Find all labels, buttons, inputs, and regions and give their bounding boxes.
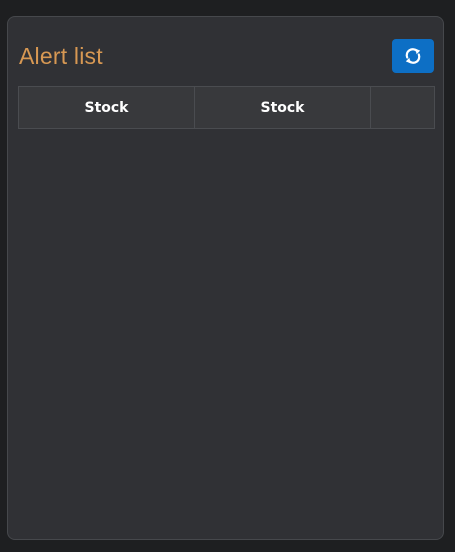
refresh-icon xyxy=(403,46,423,66)
table-header-row: Stock Stock xyxy=(18,86,435,129)
column-header-stock[interactable]: Stock xyxy=(18,86,195,129)
alert-table: Stock Stock xyxy=(18,86,435,129)
column-header-stock-2[interactable]: Stock xyxy=(194,86,371,129)
alert-list-panel: Alert list Stock Stock xyxy=(7,16,444,540)
column-header-actions xyxy=(370,86,435,129)
panel-title: Alert list xyxy=(19,43,103,69)
refresh-button[interactable] xyxy=(392,39,434,73)
